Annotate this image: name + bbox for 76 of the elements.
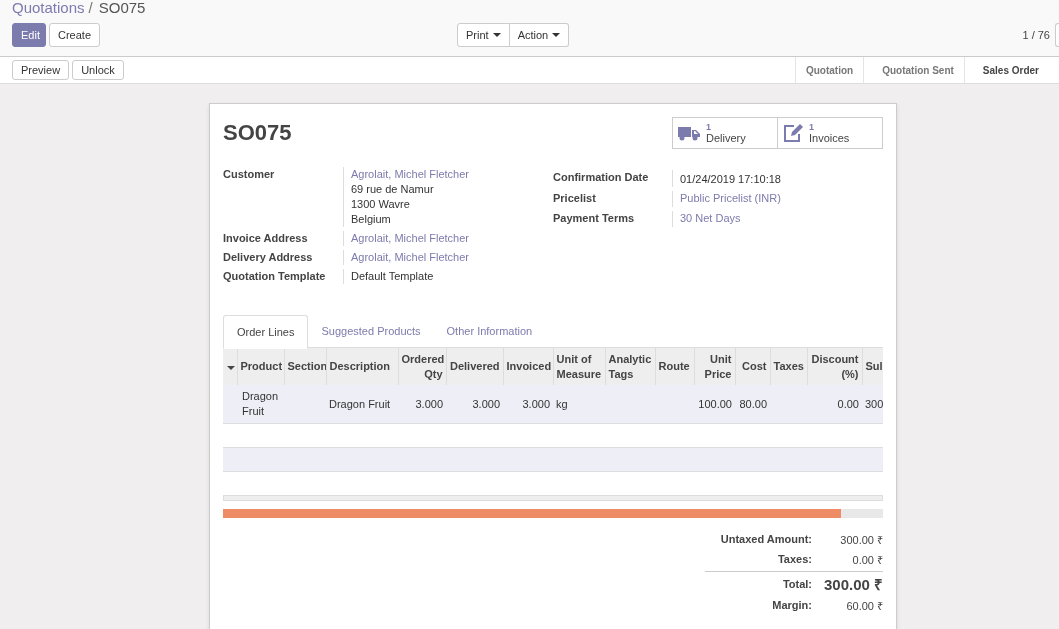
table-cell: 300 <box>862 385 883 424</box>
breadcrumb-link[interactable]: Quotations <box>12 0 85 16</box>
field-label: Delivery Address <box>223 250 344 265</box>
field-value: 69 rue de Namur <box>351 182 435 197</box>
column-header[interactable]: Delivered <box>446 348 503 385</box>
smart-count: 1 <box>809 122 815 133</box>
total-label: Margin: <box>771 599 812 611</box>
column-header[interactable]: Invoiced <box>503 348 553 385</box>
column-header[interactable]: Ordered Qty <box>398 348 446 385</box>
breadcrumb-separator: / <box>88 0 93 16</box>
stage-step[interactable]: Quotation Sent <box>863 57 964 83</box>
dropdown-button[interactable]: Action <box>509 23 570 47</box>
smart-label: Delivery <box>706 133 746 144</box>
column-header[interactable]: Route <box>655 348 694 385</box>
field-label: Quotation Template <box>223 269 344 284</box>
total-label: Untaxed Amount: <box>719 533 812 545</box>
field-value: 01/24/2019 17:10:18 <box>680 172 781 187</box>
column-header[interactable]: Taxes <box>770 348 807 385</box>
pager-value: 1 / 76 <box>1022 29 1050 41</box>
field-value: 1300 Wavre <box>351 197 411 212</box>
field-link[interactable]: Agrolait, Michel Fletcher <box>351 167 469 182</box>
edit-button[interactable]: Edit <box>12 23 46 47</box>
column-header[interactable]: Discount (%) <box>807 348 862 385</box>
field-label: Invoice Address <box>223 231 344 246</box>
field-link[interactable]: 30 Net Days <box>680 211 741 226</box>
table-cell: 3.000 <box>446 385 503 424</box>
total-label: Taxes: <box>776 553 812 565</box>
invoices-button[interactable]: 1 Invoices <box>777 118 882 148</box>
dropdown-button[interactable]: Print <box>457 23 510 47</box>
table-cell: 100.00 <box>694 385 735 424</box>
table-cell: 80.00 <box>735 385 770 424</box>
table-cell: Dragon Fruit <box>326 385 398 424</box>
table-cell: kg <box>553 385 605 424</box>
column-header[interactable]: Analytic Tags <box>605 348 655 385</box>
field-value: Belgium <box>351 212 392 227</box>
field-label: Payment Terms <box>553 211 673 227</box>
tab[interactable]: Other Information <box>433 315 546 347</box>
tab[interactable]: Suggested Products <box>308 315 434 347</box>
column-header[interactable]: Description <box>326 348 398 385</box>
pager-button[interactable] <box>1055 23 1059 47</box>
stage-step[interactable]: Quotation <box>794 57 864 83</box>
table-cell: 3.000 <box>398 385 446 424</box>
create-button[interactable]: Create <box>49 23 101 47</box>
total-value: 0.00 ₹ <box>851 552 883 567</box>
table-cell: 0.00 <box>807 385 862 424</box>
field-link[interactable]: Agrolait, Michel Fletcher <box>351 231 469 246</box>
tab[interactable]: Order Lines <box>223 315 309 349</box>
field-label: Customer <box>223 167 344 227</box>
field-label: Pricelist <box>553 191 673 207</box>
column-header[interactable]: Product <box>237 348 284 385</box>
breadcrumb-current: SO075 <box>98 0 146 16</box>
column-header[interactable]: Unit of Measure <box>553 348 605 385</box>
status-action-button[interactable]: Preview <box>12 60 70 80</box>
total-value: 300.00 ₹ <box>839 532 883 547</box>
column-header[interactable]: Sul <box>862 348 883 385</box>
table-cell: 3.000 <box>503 385 553 424</box>
field-label: Confirmation Date <box>553 170 673 187</box>
column-header[interactable]: Unit Price <box>694 348 735 385</box>
record-title: SO075 <box>223 120 292 146</box>
total-label: Total: <box>781 577 812 590</box>
table-cell: Dragon Fruit <box>237 385 284 424</box>
status-action-button[interactable]: Unlock <box>72 60 124 80</box>
field-value: Default Template <box>351 269 434 284</box>
smart-count: 1 <box>706 122 712 133</box>
field-link[interactable]: Agrolait, Michel Fletcher <box>351 250 469 265</box>
edit-icon <box>783 124 803 142</box>
column-header[interactable]: Cost <box>735 348 770 385</box>
truck-icon <box>678 125 700 141</box>
stage-step[interactable]: Sales Order <box>963 57 1059 83</box>
column-toggle[interactable] <box>223 348 237 385</box>
total-value: 300.00 ₹ <box>822 574 883 594</box>
delivery-button[interactable]: 1 Delivery <box>673 118 777 148</box>
field-link[interactable]: Public Pricelist (INR) <box>680 191 781 206</box>
total-value: 60.00 ₹ <box>845 598 883 613</box>
smart-label: Invoices <box>809 133 850 144</box>
column-header[interactable]: Section <box>284 348 326 385</box>
